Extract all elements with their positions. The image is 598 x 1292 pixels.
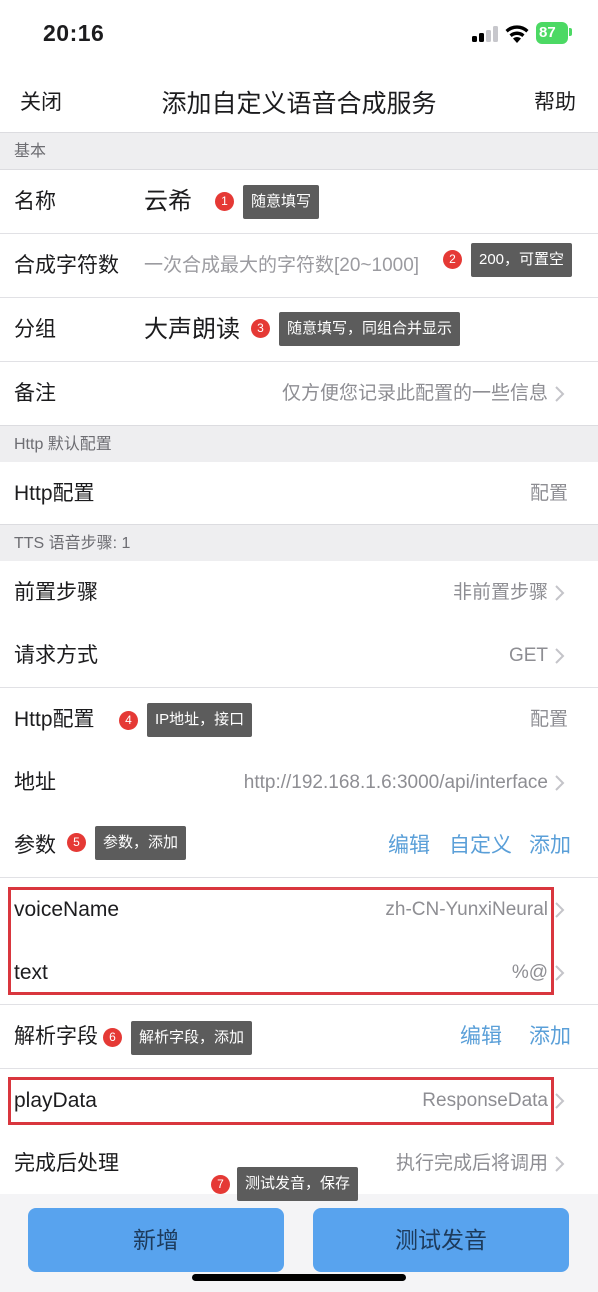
post-process-label: 完成后处理	[14, 1152, 119, 1175]
pre-step-label: 前置步骤	[14, 581, 98, 604]
step-http-label: Http配置	[14, 708, 95, 731]
section-header-http-default: Http 默认配置	[0, 425, 598, 463]
pre-step-value: 非前置步骤	[452, 582, 548, 603]
params-add-button[interactable]: 添加	[529, 814, 571, 878]
pre-step-row[interactable]: 前置步骤 非前置步骤	[0, 561, 598, 625]
annotation-badge: 3	[251, 319, 270, 338]
annotation-tooltip: 随意填写	[243, 185, 320, 219]
chars-input[interactable]: 一次合成最大的字符数[20~1000]	[144, 234, 419, 298]
annotation-badge: 7	[211, 1175, 230, 1194]
wifi-icon	[504, 22, 530, 44]
url-value: http://192.168.1.6:3000/api/interface	[243, 772, 548, 793]
url-row[interactable]: 地址 http://192.168.1.6:3000/api/interface	[0, 751, 598, 815]
annotation-badge: 5	[67, 833, 86, 852]
name-label: 名称	[14, 190, 56, 213]
http-default-row[interactable]: Http配置 配置	[0, 462, 598, 526]
name-input[interactable]: 云希	[144, 170, 192, 234]
chevron-right-icon	[550, 774, 568, 792]
add-button[interactable]: 新增	[28, 1208, 284, 1272]
url-label: 地址	[14, 771, 56, 794]
parse-add-button[interactable]: 添加	[529, 1005, 571, 1069]
help-button[interactable]: 帮助	[534, 86, 576, 116]
annotation-badge: 1	[215, 192, 234, 211]
post-process-value: 执行完成后将调用	[395, 1153, 548, 1174]
params-row: 参数 编辑 自定义 添加	[0, 814, 598, 878]
http-default-value[interactable]: 配置	[530, 462, 568, 526]
annotation-tooltip: 参数，添加	[95, 826, 187, 860]
params-edit-button[interactable]: 编辑	[388, 814, 430, 878]
annotation-badge: 2	[443, 250, 462, 269]
chevron-right-icon	[550, 647, 568, 665]
params-custom-button[interactable]: 自定义	[449, 814, 512, 878]
status-bar: 20:16 87	[0, 0, 598, 64]
navigation-bar: 关闭 添加自定义语音合成服务 帮助	[0, 64, 598, 132]
parse-highlight-box	[8, 1077, 554, 1125]
method-label: 请求方式	[14, 644, 98, 667]
section-header-basic: 基本	[0, 132, 598, 170]
annotation-tooltip: IP地址，接口	[147, 703, 253, 737]
group-label: 分组	[14, 318, 56, 341]
note-input[interactable]: 仅方便您记录此配置的一些信息	[282, 362, 548, 426]
chevron-right-icon	[550, 385, 568, 403]
status-time: 20:16	[43, 20, 105, 46]
chevron-right-icon	[550, 1155, 568, 1173]
annotation-tooltip: 200，可置空	[471, 243, 573, 277]
http-default-label: Http配置	[14, 482, 95, 505]
home-indicator	[192, 1274, 406, 1281]
annotation-badge: 4	[119, 711, 138, 730]
parse-edit-button[interactable]: 编辑	[460, 1005, 502, 1069]
annotation-tooltip: 随意填写，同组合并显示	[279, 312, 461, 346]
method-row[interactable]: 请求方式 GET	[0, 624, 598, 688]
test-voice-button[interactable]: 测试发音	[313, 1208, 569, 1272]
method-value: GET	[508, 645, 548, 666]
battery-icon: 87	[536, 22, 568, 44]
note-row[interactable]: 备注 仅方便您记录此配置的一些信息	[0, 362, 598, 426]
chevron-right-icon	[550, 584, 568, 602]
chars-label: 合成字符数	[14, 254, 119, 277]
cellular-signal-icon	[472, 26, 498, 42]
annotation-tooltip: 测试发音，保存	[237, 1167, 359, 1201]
parse-label: 解析字段	[14, 1025, 98, 1048]
step-http-row[interactable]: Http配置 配置	[0, 688, 598, 752]
parse-row: 解析字段 编辑 添加	[0, 1005, 598, 1069]
battery-nub	[569, 28, 572, 36]
params-highlight-box	[8, 887, 554, 995]
annotation-badge: 6	[103, 1028, 122, 1047]
section-header-tts-steps: TTS 语音步骤: 1	[0, 524, 598, 562]
group-input[interactable]: 大声朗读	[144, 298, 240, 362]
params-label: 参数	[14, 834, 56, 857]
step-http-value[interactable]: 配置	[530, 688, 568, 752]
page-title: 添加自定义语音合成服务	[161, 90, 437, 118]
annotation-tooltip: 解析字段，添加	[131, 1021, 253, 1055]
note-label: 备注	[14, 382, 56, 405]
